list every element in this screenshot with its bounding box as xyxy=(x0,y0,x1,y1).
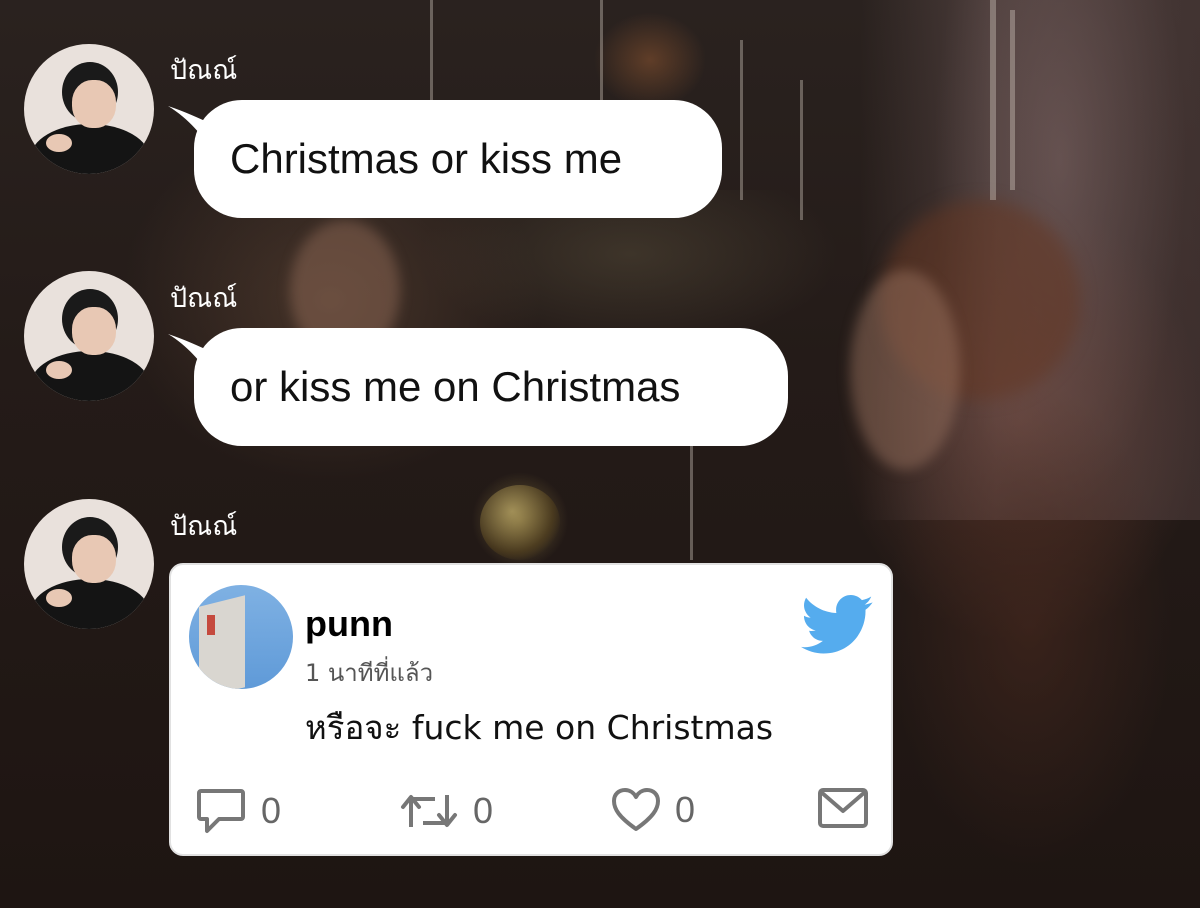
avatar[interactable] xyxy=(24,271,154,401)
heart-icon xyxy=(612,788,660,831)
retweet-icon xyxy=(401,795,457,827)
tweet-avatar[interactable] xyxy=(189,585,293,689)
message-bubble[interactable]: or kiss me on Christmas xyxy=(194,328,788,446)
avatar[interactable] xyxy=(24,499,154,629)
retweet-count: 0 xyxy=(473,790,494,831)
message-text: Christmas or kiss me xyxy=(230,135,623,182)
tweet-text: หรือจะ fuck me on Christmas xyxy=(305,708,774,747)
tweet-username[interactable]: punn xyxy=(305,603,393,645)
reply-count: 0 xyxy=(261,790,282,831)
reply-icon xyxy=(197,789,245,833)
message-text: or kiss me on Christmas xyxy=(230,363,681,410)
sender-name: ปัณณ์ xyxy=(170,511,238,542)
mail-icon xyxy=(818,788,868,828)
retweet-button[interactable]: 0 xyxy=(399,787,493,835)
share-via-dm-button[interactable] xyxy=(817,787,869,829)
avatar[interactable] xyxy=(24,44,154,174)
tweet-timestamp: 1 นาทีที่แล้ว xyxy=(305,659,434,687)
twitter-bird-icon xyxy=(801,595,873,654)
like-count: 0 xyxy=(675,789,696,830)
reply-button[interactable]: 0 xyxy=(195,787,281,835)
message-bubble[interactable]: Christmas or kiss me xyxy=(194,100,722,218)
sender-name: ปัณณ์ xyxy=(170,55,238,86)
like-button[interactable]: 0 xyxy=(611,787,695,833)
sender-name: ปัณณ์ xyxy=(170,283,238,314)
tweet-card[interactable]: punn 1 นาทีที่แล้ว หรือจะ fuck me on Chr… xyxy=(169,563,893,856)
